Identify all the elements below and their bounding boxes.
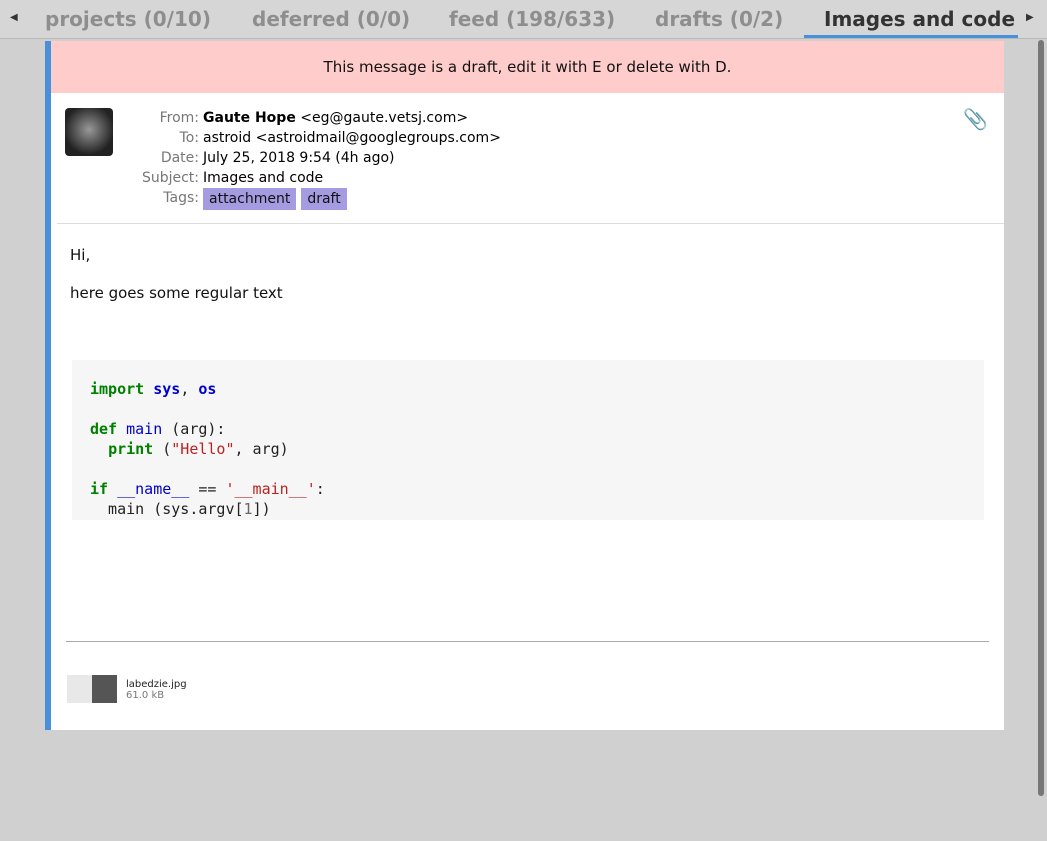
avatar [65, 108, 113, 156]
from-address[interactable]: <eg@gaute.vetsj.com> [300, 108, 468, 128]
to-label: To: [179, 130, 199, 146]
scrollbar[interactable] [1038, 40, 1044, 796]
subject-label: Subject: [141, 170, 199, 186]
from-label: From: [159, 110, 199, 126]
attachments-divider [66, 641, 989, 642]
tab-bar: ◀ projects (0/10) deferred (0/0) feed (1… [0, 0, 1047, 39]
greeting: Hi, [70, 246, 91, 264]
tab-deferred[interactable]: deferred (0/0) [252, 7, 410, 31]
attachment-size: 61.0 kB [126, 690, 165, 701]
header-divider [57, 223, 1004, 224]
tab-images-and-code[interactable]: Images and code [824, 7, 1015, 31]
draft-banner: This message is a draft, edit it with E … [51, 41, 1004, 93]
scroll-right-icon[interactable]: ▶ [1026, 12, 1034, 23]
attachment-thumbnail[interactable] [67, 675, 117, 703]
tab-feed[interactable]: feed (198/633) [449, 7, 615, 31]
message-body: Hi, here goes some regular text [70, 246, 283, 322]
code-block: import sys, os def main (arg): print ("H… [72, 360, 984, 520]
tab-projects[interactable]: projects (0/10) [45, 7, 211, 31]
paperclip-icon: 📎 [963, 107, 988, 131]
date-value: July 25, 2018 9:54 (4h ago) [203, 150, 395, 166]
body-text: here goes some regular text [70, 284, 283, 302]
message-card: This message is a draft, edit it with E … [45, 41, 1004, 730]
tags-label: Tags: [163, 190, 199, 206]
message-header: From: Gaute Hope <eg@gaute.vetsj.com> To:… [121, 108, 501, 210]
active-tab-indicator [804, 35, 1018, 38]
tag-draft[interactable]: draft [301, 188, 347, 210]
subject-value: Images and code [203, 170, 324, 186]
scroll-left-icon[interactable]: ◀ [10, 12, 18, 23]
date-label: Date: [160, 150, 199, 166]
attachment-info[interactable]: labedzie.jpg 61.0 kB [126, 679, 187, 701]
attachment-name: labedzie.jpg [126, 679, 187, 690]
to-value[interactable]: astroid <astroidmail@googlegroups.com> [203, 128, 501, 148]
tab-drafts[interactable]: drafts (0/2) [655, 7, 783, 31]
tag-attachment[interactable]: attachment [203, 188, 297, 210]
from-name[interactable]: Gaute Hope [203, 108, 296, 128]
